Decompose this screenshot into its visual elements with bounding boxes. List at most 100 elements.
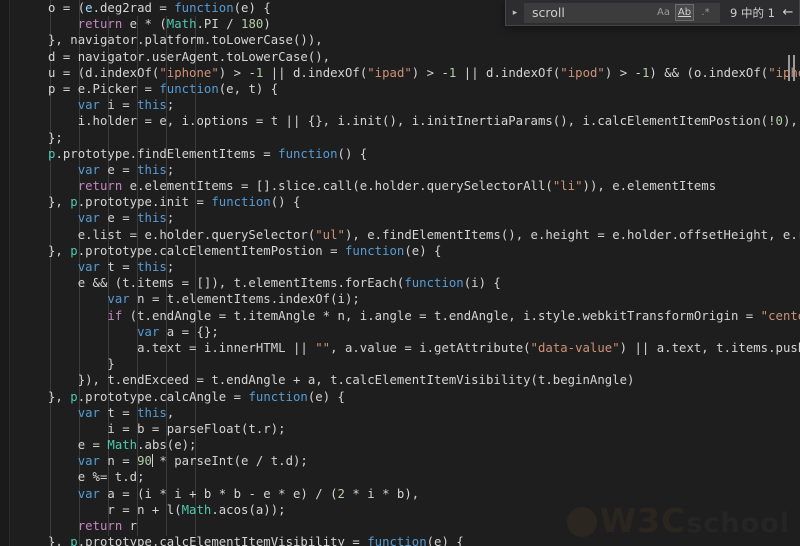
match-count-label: 9 中的 1 — [730, 5, 775, 20]
code-line-text: }, navigator.platform.toLowerCase()), — [0, 32, 323, 48]
code-line[interactable]: e = Math.abs(e); — [0, 437, 800, 453]
code-line[interactable]: var e = this; — [0, 210, 800, 226]
code-token: .prototype.calcElementItemPostion = — [77, 243, 345, 258]
code-token: u = (d.indexOf( — [48, 65, 160, 80]
code-token: p — [70, 195, 78, 210]
use-regex-icon[interactable]: .* — [696, 4, 715, 21]
code-token: var — [77, 260, 100, 274]
code-token: ) && (o.indexOf( — [649, 65, 769, 80]
code-token: * parseInt(e / t.d); — [151, 454, 308, 469]
code-line[interactable]: }, navigator.platform.toLowerCase()), — [0, 32, 800, 48]
code-line[interactable]: }, p.prototype.calcElementItemPostion = … — [0, 243, 800, 259]
code-token: }, navigator.platform.toLowerCase()), — [48, 33, 323, 48]
code-token: 0 — [775, 114, 783, 129]
code-token: function — [159, 81, 219, 96]
code-token: return — [77, 179, 123, 194]
code-token: "" — [315, 340, 331, 355]
code-token: e = — [48, 438, 108, 453]
code-token: .acos(a)); — [211, 502, 286, 517]
code-token: this — [137, 405, 167, 420]
code-line[interactable]: var n = 90 * parseInt(e / t.d); — [0, 453, 800, 469]
code-line-text: var n = t.elementItems.indexOf(i); — [0, 291, 360, 307]
code-token: ; — [166, 211, 175, 226]
code-line[interactable]: e && (t.items = []), t.elementItems.forE… — [0, 275, 800, 291]
code-token: e && (t.items = []), t.elementItems.forE… — [48, 276, 405, 291]
code-line[interactable]: e.list = e.holder.querySelector("ul"), e… — [0, 227, 800, 243]
code-line[interactable]: u = (d.indexOf("iphone") > -1 || d.index… — [0, 65, 800, 81]
code-line[interactable]: var a = (i * i + b * b - e * e) / (2 * i… — [0, 486, 800, 502]
code-token: 180 — [241, 17, 264, 32]
code-line[interactable]: }; — [0, 130, 800, 146]
code-token: "data-value" — [530, 340, 620, 355]
code-token: n = t.elementItems.indexOf(i); — [129, 292, 360, 307]
code-line[interactable]: return e.elementItems = [].slice.call(e.… — [0, 178, 800, 194]
find-input-wrapper[interactable]: scroll Aa Ab .* — [524, 2, 720, 23]
watermark-main-text: W3C — [599, 501, 687, 540]
code-line-text: }, p.prototype.calcElementItemPostion = … — [0, 243, 441, 259]
code-token: Math — [107, 438, 138, 453]
code-line[interactable]: i = b = parseFloat(t.r); — [0, 421, 800, 437]
code-line[interactable]: var i = this; — [0, 97, 800, 113]
code-token: ) — [263, 17, 271, 32]
code-line[interactable]: var t = this; — [0, 259, 800, 275]
previous-match-icon[interactable]: ← — [775, 0, 800, 26]
code-line[interactable]: var a = {}; — [0, 324, 800, 340]
code-token: "center center -" — [760, 308, 800, 323]
code-token: p = e.Picker = — [48, 81, 160, 96]
match-whole-word-glyph: Ab — [677, 7, 692, 18]
code-line[interactable]: var e = this; — [0, 162, 800, 178]
match-case-icon[interactable]: Aa — [654, 4, 673, 21]
code-line-text: }, p.prototype.init = function() { — [0, 194, 300, 210]
code-line[interactable]: if (t.endAngle = t.itemAngle * n, i.angl… — [0, 308, 800, 324]
code-line[interactable]: var n = t.elementItems.indexOf(i); — [0, 291, 800, 307]
code-token: "ipod" — [560, 65, 605, 80]
code-content[interactable]: o = (e.deg2rad = function(e) { return e … — [0, 0, 800, 546]
code-token: (e) { — [307, 389, 345, 404]
code-token: t = — [99, 260, 138, 274]
code-token: ), e.findElementItems(), e.height = e.ho… — [344, 227, 800, 242]
code-line[interactable]: e %= t.d; — [0, 469, 800, 485]
code-token: var — [77, 162, 100, 177]
find-widget[interactable]: ▸ scroll Aa Ab .* 9 中的 1 ← — [505, 0, 800, 26]
code-token: if — [107, 308, 123, 323]
code-token: var — [107, 292, 130, 307]
code-line[interactable]: }, p.prototype.init = function() { — [0, 194, 800, 210]
vertical-scrollbar[interactable] — [786, 55, 798, 81]
code-line-text: p.prototype.findElementItems = function(… — [0, 146, 367, 162]
code-line-text: var a = {}; — [0, 324, 219, 340]
code-token: .deg2rad = — [92, 1, 175, 15]
code-line[interactable]: }), t.endExceed = t.endAngle + a, t.calc… — [0, 372, 800, 388]
code-line[interactable]: }, p.prototype.calcAngle = function(e) { — [0, 389, 800, 405]
code-editor[interactable]: o = (e.deg2rad = function(e) { return e … — [0, 0, 800, 546]
code-line-text: var t = this; — [0, 259, 175, 275]
find-input[interactable]: scroll — [532, 4, 654, 22]
code-line[interactable]: p.prototype.findElementItems = function(… — [0, 146, 800, 162]
code-token: , — [166, 405, 175, 420]
code-token: var — [77, 211, 100, 226]
code-line[interactable]: a.text = i.innerHTML || "", a.value = i.… — [0, 340, 800, 356]
match-whole-word-icon[interactable]: Ab — [675, 4, 694, 21]
code-token: e = — [99, 162, 138, 177]
code-line-text: }, p.prototype.calcAngle = function(e) { — [0, 389, 345, 405]
code-token: (i) { — [463, 276, 501, 291]
toggle-replace-icon[interactable]: ▸ — [506, 0, 524, 26]
code-line[interactable]: i.holder = e, i.options = t || {}, i.ini… — [0, 113, 800, 129]
code-line-text: return r — [0, 518, 137, 534]
code-line[interactable]: } — [0, 356, 800, 372]
code-token: }), t.endExceed = t.endAngle + a, t.calc… — [48, 373, 635, 388]
code-token: function — [248, 389, 308, 404]
find-options[interactable]: Aa Ab .* — [654, 4, 717, 21]
code-token: this — [137, 98, 167, 113]
code-token: .prototype.calcAngle = — [77, 389, 249, 404]
watermark-logo-icon — [566, 507, 597, 537]
code-line[interactable]: d = navigator.userAgent.toLowerCase(), — [0, 49, 800, 65]
code-line[interactable]: var t = this, — [0, 405, 800, 421]
code-token: this — [137, 162, 167, 177]
code-line[interactable]: p = e.Picker = function(e, t) { — [0, 81, 800, 97]
code-line-text: d = navigator.userAgent.toLowerCase(), — [0, 49, 330, 65]
